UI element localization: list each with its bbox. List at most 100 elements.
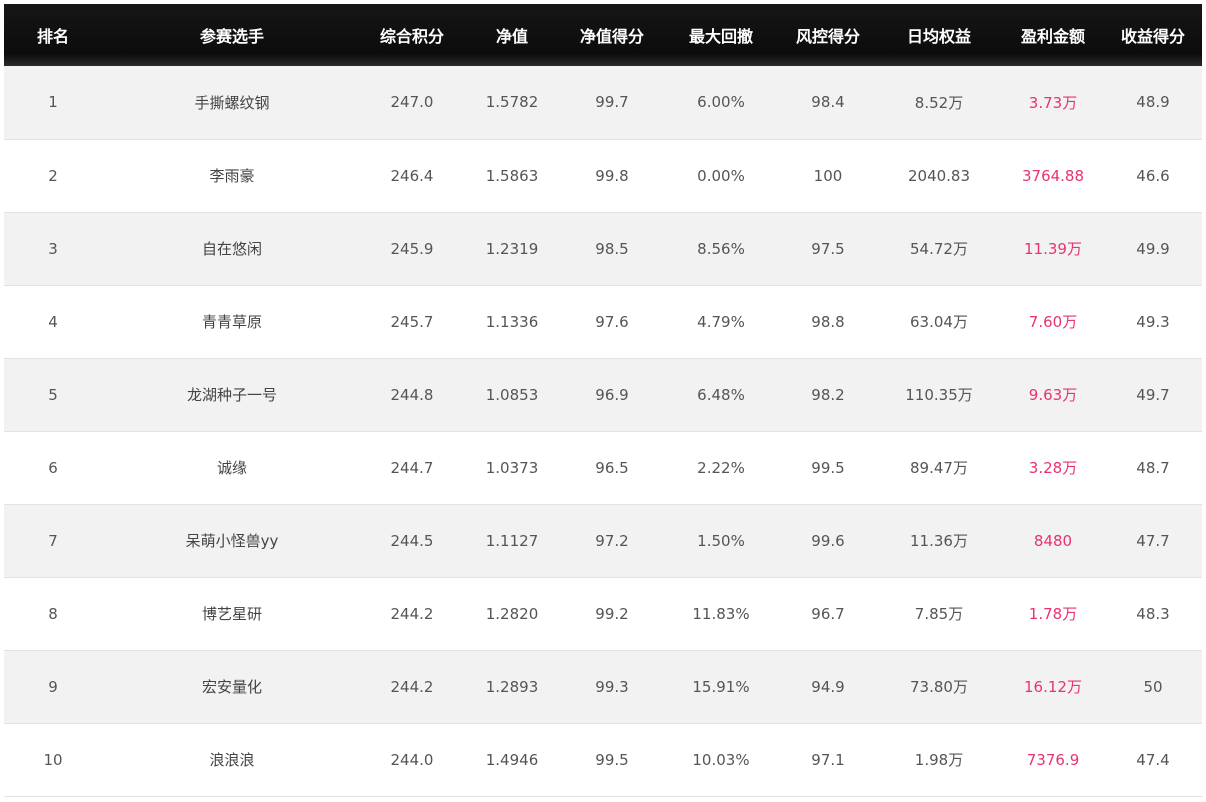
cell-player-name[interactable]: 李雨豪	[102, 139, 362, 212]
cell-net-value: 1.1127	[485, 531, 539, 550]
cell-daily-equity: 2040.83	[907, 166, 971, 185]
cell-max-drawdown: 8.56%	[697, 239, 745, 258]
cell-risk-score: 97.5	[811, 239, 845, 258]
cell-daily-equity: 8.52万	[914, 93, 964, 112]
cell-net-value: 1.4946	[485, 750, 539, 769]
cell-daily-equity: 11.36万	[910, 532, 968, 550]
cell-profit-amount: 11.39万	[1024, 240, 1082, 258]
cell-return-score: 49.7	[1136, 385, 1170, 404]
cell-net-value: 1.0853	[485, 385, 539, 404]
cell-player-name[interactable]: 龙湖种子一号	[102, 358, 362, 431]
cell-rank: 10	[43, 750, 63, 769]
cell-daily-equity: 1.98万	[914, 751, 964, 769]
table-row[interactable]: 7 呆萌小怪兽yy 244.5 1.1127 97.2 1.50% 99.6 11.36万 84…	[4, 504, 1202, 577]
cell-total-score: 244.2	[390, 604, 434, 623]
table-body: 1 手撕螺纹钢 247.0 1.5782 99.7 6.00% 98.4 8.52万 3.73万…	[4, 66, 1202, 796]
cell-total-score: 245.7	[390, 312, 434, 331]
header-risk-score[interactable]: 风控得分	[780, 4, 876, 66]
cell-net-value-score: 99.3	[595, 677, 629, 696]
cell-profit-amount: 1.78万	[1028, 605, 1078, 623]
table-header: 排名 参赛选手 综合积分 净值 净值得分 最大回撤 风控得分 日均权益 盈利金额…	[4, 4, 1202, 66]
header-return-score[interactable]: 收益得分	[1104, 4, 1202, 66]
cell-player-name[interactable]: 手撕螺纹钢	[102, 66, 362, 139]
table-row[interactable]: 1 手撕螺纹钢 247.0 1.5782 99.7 6.00% 98.4 8.52万 3.73万…	[4, 66, 1202, 139]
cell-return-score: 49.3	[1136, 312, 1170, 331]
cell-net-value: 1.5782	[485, 93, 539, 112]
cell-rank: 9	[48, 677, 58, 696]
cell-return-score: 47.4	[1136, 750, 1170, 769]
cell-profit-amount: 3.73万	[1028, 93, 1078, 112]
cell-net-value-score: 99.2	[595, 604, 629, 623]
header-rank[interactable]: 排名	[4, 4, 102, 66]
cell-profit-amount: 8480	[1033, 531, 1073, 550]
cell-max-drawdown: 1.50%	[697, 531, 745, 550]
table-row[interactable]: 10 浪浪浪 244.0 1.4946 99.5 10.03% 97.1 1.98万 7376.…	[4, 723, 1202, 796]
cell-total-score: 246.4	[390, 166, 434, 185]
cell-total-score: 245.9	[390, 239, 434, 258]
cell-player-name[interactable]: 呆萌小怪兽yy	[102, 504, 362, 577]
cell-net-value-score: 99.7	[595, 93, 629, 112]
cell-net-value: 1.5863	[485, 166, 539, 185]
cell-net-value: 1.1336	[485, 312, 539, 331]
cell-return-score: 47.7	[1136, 531, 1170, 550]
cell-rank: 7	[48, 531, 58, 550]
table-row[interactable]: 3 自在悠闲 245.9 1.2319 98.5 8.56% 97.5 54.72万 11.39…	[4, 212, 1202, 285]
header-profit[interactable]: 盈利金额	[1002, 4, 1104, 66]
header-net-value-score[interactable]: 净值得分	[562, 4, 662, 66]
cell-player-name[interactable]: 青青草原	[102, 285, 362, 358]
cell-daily-equity: 73.80万	[910, 678, 968, 696]
cell-player-name[interactable]: 自在悠闲	[102, 212, 362, 285]
header-daily-equity[interactable]: 日均权益	[876, 4, 1002, 66]
cell-player-name[interactable]: 宏安量化	[102, 650, 362, 723]
table-row[interactable]: 9 宏安量化 244.2 1.2893 99.3 15.91% 94.9 73.80万 16.1…	[4, 650, 1202, 723]
table-row[interactable]: 4 青青草原 245.7 1.1336 97.6 4.79% 98.8 63.04万 7.60万…	[4, 285, 1202, 358]
cell-net-value-score: 97.2	[595, 531, 629, 550]
cell-return-score: 46.6	[1136, 166, 1170, 185]
cell-daily-equity: 7.85万	[914, 605, 964, 623]
table-row[interactable]: 8 博艺星研 244.2 1.2820 99.2 11.83% 96.7 7.85万 1.78万…	[4, 577, 1202, 650]
cell-total-score: 247.0	[390, 93, 434, 112]
cell-risk-score: 99.6	[811, 531, 845, 550]
ranking-page: 排名 参赛选手 综合积分 净值 净值得分 最大回撤 风控得分 日均权益 盈利金额…	[0, 0, 1206, 802]
cell-profit-amount: 3764.88	[1021, 166, 1085, 185]
cell-total-score: 244.0	[390, 750, 434, 769]
cell-daily-equity: 54.72万	[910, 240, 968, 258]
header-player[interactable]: 参赛选手	[102, 4, 362, 66]
cell-risk-score: 97.1	[811, 750, 845, 769]
cell-risk-score: 98.2	[811, 385, 845, 404]
cell-player-name[interactable]: 诚缘	[102, 431, 362, 504]
cell-daily-equity: 63.04万	[910, 313, 968, 331]
header-total-score[interactable]: 综合积分	[362, 4, 462, 66]
cell-return-score: 48.9	[1136, 93, 1170, 112]
cell-risk-score: 100	[813, 166, 843, 185]
cell-max-drawdown: 2.22%	[697, 458, 745, 477]
cell-net-value-score: 98.5	[595, 239, 629, 258]
cell-rank: 5	[48, 385, 58, 404]
table-row[interactable]: 6 诚缘 244.7 1.0373 96.5 2.22% 99.5 89.47万 3.28万 48…	[4, 431, 1202, 504]
cell-player-name[interactable]: 博艺星研	[102, 577, 362, 650]
cell-profit-amount: 3.28万	[1028, 459, 1078, 477]
cell-total-score: 244.5	[390, 531, 434, 550]
cell-rank: 3	[48, 239, 58, 258]
cell-max-drawdown: 11.83%	[692, 604, 750, 623]
cell-risk-score: 98.4	[811, 93, 845, 112]
cell-net-value: 1.2319	[485, 239, 539, 258]
cell-max-drawdown: 4.79%	[697, 312, 745, 331]
header-net-value[interactable]: 净值	[462, 4, 562, 66]
cell-max-drawdown: 15.91%	[692, 677, 750, 696]
cell-total-score: 244.8	[390, 385, 434, 404]
cell-max-drawdown: 6.48%	[697, 385, 745, 404]
cell-profit-amount: 7376.9	[1026, 750, 1080, 769]
cell-net-value-score: 99.8	[595, 166, 629, 185]
cell-profit-amount: 9.63万	[1028, 386, 1078, 404]
cell-player-name[interactable]: 浪浪浪	[102, 723, 362, 796]
cell-return-score: 48.7	[1136, 458, 1170, 477]
cell-max-drawdown: 0.00%	[697, 166, 745, 185]
cell-return-score: 48.3	[1136, 604, 1170, 623]
cell-risk-score: 98.8	[811, 312, 845, 331]
cell-max-drawdown: 10.03%	[692, 750, 750, 769]
table-row[interactable]: 2 李雨豪 246.4 1.5863 99.8 0.00% 100 2040.83 3764.8…	[4, 139, 1202, 212]
cell-risk-score: 94.9	[811, 677, 845, 696]
header-max-drawdown[interactable]: 最大回撤	[662, 4, 780, 66]
table-row[interactable]: 5 龙湖种子一号 244.8 1.0853 96.9 6.48% 98.2 110.35万 9.…	[4, 358, 1202, 431]
